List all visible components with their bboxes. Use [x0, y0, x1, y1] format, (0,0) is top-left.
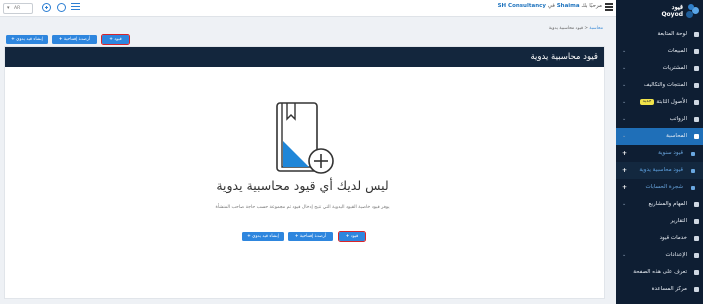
sidebar-item-5[interactable]: الرواتب ⌄ — [616, 111, 703, 128]
sidebar-item-11[interactable]: التقارير — [616, 213, 703, 230]
sidebar-item-7[interactable]: قيود سنوية + — [616, 145, 703, 162]
chevron-down-icon[interactable]: ⌄ — [622, 196, 626, 213]
help-icon — [694, 270, 699, 275]
book-icon — [694, 287, 699, 292]
entries-button[interactable]: قيود + — [100, 33, 131, 46]
sidebar-item-label: التقارير — [670, 218, 687, 224]
panel-title: قيود محاسبية يدوية — [5, 47, 604, 67]
chevron-down-icon[interactable]: ⌄ — [622, 43, 626, 60]
caret-down-icon: ▾ — [7, 5, 10, 11]
report-icon — [694, 219, 699, 224]
grid-icon — [694, 100, 699, 105]
chevron-down-icon[interactable]: ⌄ — [622, 94, 626, 111]
sidebar-item-label: خدمات قيود — [659, 235, 687, 241]
create-manual-entry-button[interactable]: إنشاء قيد يدوي + — [6, 35, 48, 44]
logo-arabic-text: قيود — [671, 3, 683, 11]
grid-icon — [694, 202, 699, 207]
sidebar-item-label: مركز المساعدة — [651, 286, 687, 292]
grid-icon — [694, 83, 699, 88]
sidebar-item-9[interactable]: شجرة الحسابات + — [616, 179, 703, 196]
sidebar-item-2[interactable]: المشتريات ⌄ — [616, 60, 703, 77]
top-bar: ▾ AR مرحبًا بك Shaima في SH Consultancy — [0, 0, 616, 17]
sidebar-item-13[interactable]: الإعدادات ⌄ — [616, 247, 703, 264]
sidebar: قيود Qoyod لوحة المتابعة المبيعات ⌄ المشتري… — [616, 0, 703, 304]
sidebar-nav: لوحة المتابعة المبيعات ⌄ المشتريات ⌄ المنتجات… — [616, 26, 703, 298]
hamburger-menu-icon[interactable] — [605, 3, 613, 12]
sidebar-item-12[interactable]: خدمات قيود — [616, 230, 703, 247]
create-manual-label: إنشاء قيد يدوي — [16, 37, 43, 42]
sidebar-item-label: قيود محاسبية يدوية — [639, 167, 683, 173]
sidebar-item-label: تعرف على هذه الصفحة — [633, 269, 687, 275]
folder-icon — [694, 134, 699, 139]
sidebar-item-label: المبيعات — [667, 48, 687, 54]
sidebar-item-0[interactable]: لوحة المتابعة — [616, 26, 703, 43]
empty-state-description: يوفر قيود خاصية القيود اليدوية التي تتيح… — [215, 205, 390, 210]
chevron-down-icon[interactable]: ⌄ — [622, 128, 626, 145]
new-badge: جديد — [639, 98, 655, 105]
folder-icon — [694, 117, 699, 122]
quick-add-icon[interactable] — [42, 3, 51, 12]
dashboard-icon — [694, 32, 699, 37]
chevron-down-icon[interactable]: ⌄ — [622, 111, 626, 128]
greeting: مرحبًا بك Shaima في SH Consultancy — [498, 3, 602, 9]
sidebar-item-label: المنتجات والتكاليف — [643, 82, 687, 88]
company-name[interactable]: SH Consultancy — [498, 3, 546, 9]
add-icon[interactable]: + — [622, 179, 627, 196]
opening-balances-button[interactable]: أرصدة إفتتاحية + — [52, 35, 97, 44]
services-icon — [694, 236, 699, 241]
sidebar-item-label: الإعدادات — [665, 252, 687, 258]
sidebar-item-label: المحاسبة — [666, 133, 687, 139]
empty-book-icon — [276, 102, 334, 174]
greeting-in: في — [547, 3, 555, 9]
cart-icon — [694, 66, 699, 71]
sidebar-item-label: شجرة الحسابات — [645, 184, 683, 190]
sidebar-item-label: قيود سنوية — [658, 150, 683, 156]
sidebar-item-label: الأصول الثابتة — [656, 99, 687, 105]
language-select[interactable]: ▾ AR — [3, 3, 33, 14]
sidebar-item-label: المشتريات — [662, 65, 687, 71]
center-opening-balances-button[interactable]: أرصدة إفتتاحية + — [288, 232, 333, 241]
sidebar-item-6[interactable]: المحاسبة ⌄ — [616, 128, 703, 145]
center-create-manual-label: إنشاء قيد يدوي — [252, 234, 279, 239]
opening-balances-label: أرصدة إفتتاحية — [63, 37, 91, 42]
center-entries-button[interactable]: قيود + — [337, 230, 367, 243]
list-icon[interactable] — [71, 3, 80, 12]
sidebar-item-label: المهام والمشاريع — [648, 201, 687, 207]
chevron-down-icon[interactable]: ⌄ — [622, 60, 626, 77]
language-value: AR — [14, 6, 21, 11]
qoyod-logo[interactable]: قيود Qoyod — [649, 3, 699, 19]
sidebar-item-15[interactable]: مركز المساعدة — [616, 281, 703, 298]
sidebar-item-label: لوحة المتابعة — [657, 31, 687, 37]
sidebar-item-14[interactable]: تعرف على هذه الصفحة — [616, 264, 703, 281]
doc-icon — [691, 168, 695, 173]
center-opening-balances-label: أرصدة إفتتاحية — [299, 234, 327, 239]
chevron-down-icon[interactable]: ⌄ — [622, 247, 626, 264]
sidebar-item-4[interactable]: الأصول الثابتةجديد ⌄ — [616, 94, 703, 111]
chat-icon[interactable] — [57, 3, 66, 12]
center-create-manual-entry-button[interactable]: إنشاء قيد يدوي + — [242, 232, 284, 241]
center-entries-label: قيود — [350, 234, 359, 239]
greeting-prefix: مرحبًا بك — [581, 3, 602, 9]
breadcrumb-parent[interactable]: محاسبة — [589, 26, 603, 31]
sidebar-item-8[interactable]: قيود محاسبية يدوية + — [616, 162, 703, 179]
logo-latin-text: Qoyod — [661, 11, 683, 18]
sidebar-item-3[interactable]: المنتجات والتكاليف ⌄ — [616, 77, 703, 94]
sidebar-item-1[interactable]: المبيعات ⌄ — [616, 43, 703, 60]
chart-icon — [691, 185, 695, 190]
breadcrumb: محاسبة < قيود محاسبية يدوية — [413, 26, 603, 31]
breadcrumb-separator-icon: < — [584, 26, 589, 31]
sidebar-item-10[interactable]: المهام والمشاريع ⌄ — [616, 196, 703, 213]
sidebar-item-label: الرواتب — [669, 116, 687, 122]
logo-mark-icon — [685, 4, 699, 18]
entries-label: قيود — [114, 37, 122, 42]
add-icon[interactable]: + — [622, 145, 627, 162]
breadcrumb-current: قيود محاسبية يدوية — [548, 26, 584, 31]
add-icon[interactable]: + — [622, 162, 627, 179]
empty-state-title: ليس لديك أي قيود محاسبية يدوية — [216, 178, 389, 193]
dollar-icon — [694, 49, 699, 54]
user-name[interactable]: Shaima — [557, 3, 580, 9]
doc-icon — [691, 151, 695, 156]
chevron-down-icon[interactable]: ⌄ — [622, 77, 626, 94]
gear-icon — [694, 253, 699, 258]
